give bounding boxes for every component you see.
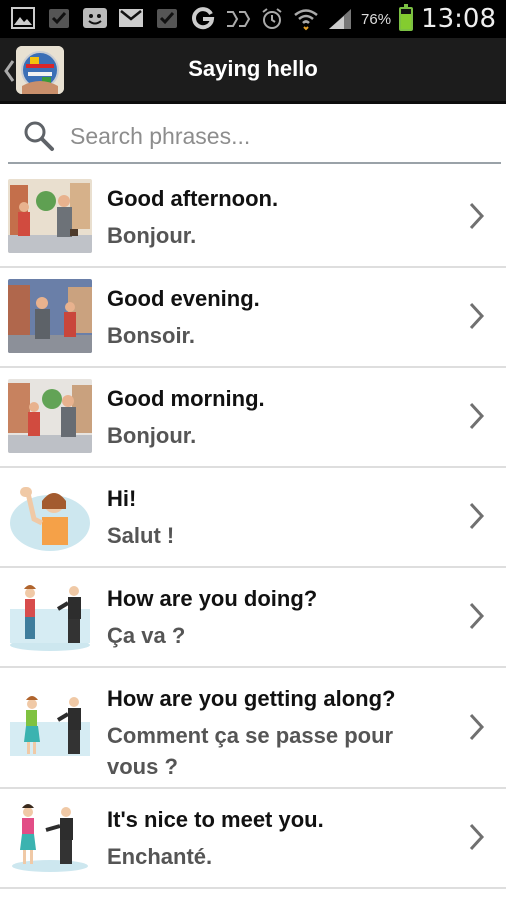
search-bar[interactable] (8, 110, 501, 164)
phrase-row[interactable]: Good morning. Bonjour. (0, 368, 506, 468)
chevron-right-icon[interactable] (468, 601, 486, 631)
translation-text: Enchanté. (107, 841, 447, 872)
phrase-row[interactable]: Hi! Salut ! (0, 468, 506, 568)
translation-text: Ça va ? (107, 620, 447, 651)
translation-line: Salut ! (107, 523, 175, 548)
phrase-row[interactable]: How are you getting along? Comment ça se … (0, 668, 506, 789)
battery-percent: 76% (361, 10, 392, 28)
face-icon (82, 6, 108, 30)
phrase-text: How are you getting along? (107, 686, 396, 711)
phrase-text: Hi! (107, 486, 137, 511)
chevron-right-icon[interactable] (468, 201, 486, 231)
translation-line: Ça va ? (107, 623, 186, 648)
chevron-right-icon[interactable] (468, 501, 486, 531)
status-bar: 76% 13:08 (0, 0, 506, 38)
translation-line: Bonjour. (107, 423, 197, 448)
system-icons: 76% 13:08 (225, 4, 496, 34)
phrase-text: It's nice to meet you. (107, 807, 324, 832)
check-icon (154, 6, 180, 30)
action-bar: Saying hello (0, 38, 506, 104)
chevron-right-icon[interactable] (468, 822, 486, 852)
translation-text: Comment ça se passe pour vous ? (107, 720, 447, 782)
phrase-illustration (8, 690, 92, 764)
search-icon (24, 121, 54, 151)
translation-line: Bonsoir. (107, 323, 196, 348)
phrase-illustration (8, 800, 92, 874)
translation-text: Bonjour. (107, 220, 447, 251)
clock: 13:08 (421, 4, 496, 34)
image-icon (10, 6, 36, 30)
translation-text: Bonjour. (107, 420, 447, 451)
phrase-illustration (8, 579, 92, 653)
phrase-row[interactable]: Good evening. Bonsoir. (0, 268, 506, 368)
google-icon (190, 6, 216, 30)
signal-icon (327, 7, 353, 31)
phrase-row[interactable]: It's nice to meet you. Enchanté. (0, 789, 506, 889)
translation-line: Bonjour. (107, 223, 197, 248)
phrase-illustration (8, 279, 92, 353)
translation-text: Bonsoir. (107, 320, 447, 351)
translation-text: Salut ! (107, 520, 447, 551)
notification-icons (10, 6, 216, 30)
phrase-list: Good afternoon. Bonjour. Good evening. Bons… (0, 168, 506, 889)
alarm-icon (259, 7, 285, 31)
wifi-icon (293, 7, 319, 31)
phrase-text: How are you doing? (107, 586, 318, 611)
phrase-row[interactable]: How are you doing? Ça va ? (0, 568, 506, 668)
search-input[interactable] (70, 122, 470, 150)
chevron-right-icon[interactable] (468, 301, 486, 331)
mail-icon (118, 6, 144, 30)
chevron-right-icon[interactable] (468, 401, 486, 431)
battery-icon (399, 4, 414, 31)
phrase-row[interactable]: Good afternoon. Bonjour. (0, 168, 506, 268)
translation-line: Comment ça se passe pour (107, 723, 394, 748)
phrase-text: Good morning. (107, 386, 265, 411)
phrase-illustration (8, 179, 92, 253)
phrase-text: Good afternoon. (107, 186, 279, 211)
page-title: Saying hello (188, 56, 318, 81)
translation-line: vous ? (107, 754, 178, 779)
chevron-right-icon[interactable] (468, 712, 486, 742)
network-icon (225, 7, 251, 31)
translation-line: Enchanté. (107, 844, 213, 869)
phrase-illustration (8, 479, 92, 553)
phrase-illustration (8, 379, 92, 453)
check-icon (46, 6, 72, 30)
phrase-text: Good evening. (107, 286, 260, 311)
